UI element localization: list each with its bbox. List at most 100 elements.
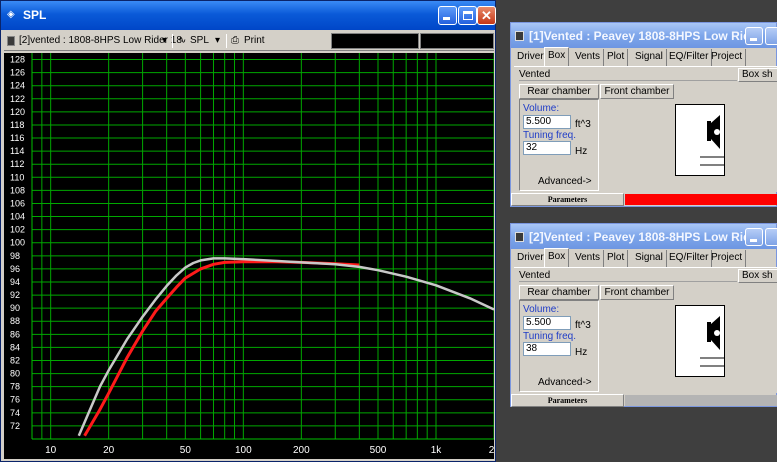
tab-plot[interactable]: Plot	[604, 250, 629, 267]
y-tick-label: 120	[10, 107, 25, 117]
rear-chamber-button[interactable]: Rear chamber	[519, 285, 599, 300]
y-tick-label: 96	[10, 264, 20, 274]
tuning-label: Tuning freq.	[523, 331, 576, 342]
maximize-icon	[463, 11, 473, 20]
x-tick-label: 100	[235, 445, 252, 456]
maximize-button[interactable]	[765, 228, 777, 246]
y-tick-label: 110	[10, 172, 24, 182]
box-type-field[interactable]: Vented	[519, 270, 737, 282]
spl-plot[interactable]: 72 74 76 78 80 82 84 86 88 90 92 94 96 98 100 102 104 106…	[4, 53, 494, 459]
box-window-title-bar[interactable]: [1]Vented : Peavey 1808-8HPS Low Rider 1…	[511, 23, 777, 48]
tab-signal[interactable]: Signal	[632, 49, 667, 66]
tab-driver[interactable]: Driver	[514, 49, 548, 66]
volume-input[interactable]: 5.500	[523, 316, 571, 330]
x-tick-label: 2k	[489, 445, 494, 456]
y-tick-label: 118	[10, 120, 24, 130]
readout-box-2	[420, 33, 494, 49]
tab-box[interactable]: Box	[544, 248, 570, 267]
x-tick-label: 1k	[431, 445, 443, 456]
minimize-button[interactable]	[745, 27, 763, 45]
spl-window[interactable]: ◈ SPL ✕ [2]vented : 1808-8HPS Low Rider …	[0, 0, 496, 462]
box-panel: Vented Box sh Rear chamber Front chamber…	[514, 267, 777, 393]
box-window-title: [1]Vented : Peavey 1808-8HPS Low Rider 1…	[529, 29, 777, 43]
box-speaker-diagram	[700, 115, 725, 166]
minimize-icon	[443, 17, 450, 20]
box-speaker-diagram	[700, 316, 725, 367]
status-bar: Parameters	[511, 193, 777, 206]
maximize-button[interactable]	[458, 6, 477, 25]
y-tick-label: 88	[10, 316, 20, 326]
speaker-icon: ◈	[7, 9, 15, 20]
front-chamber-button[interactable]: Front chamber	[600, 285, 674, 300]
volume-unit: ft^3	[575, 320, 591, 331]
box-type-field[interactable]: Vented	[519, 69, 737, 81]
maximize-button[interactable]	[765, 27, 777, 45]
tab-vents[interactable]: Vents	[572, 49, 605, 66]
volume-input[interactable]: 5.500	[523, 115, 571, 129]
y-tick-label: 98	[10, 251, 20, 261]
box-window-1[interactable]: [1]Vented : Peavey 1808-8HPS Low Rider 1…	[510, 22, 777, 207]
minimize-icon	[750, 38, 757, 41]
close-button[interactable]: ✕	[477, 6, 496, 25]
spl-menu[interactable]: SPL	[190, 34, 209, 48]
y-tick-label: 84	[10, 342, 20, 352]
y-tick-label: 104	[10, 212, 25, 222]
minimize-button[interactable]	[745, 228, 763, 246]
x-tick-label: 200	[293, 445, 310, 456]
minimize-icon	[750, 239, 757, 242]
y-tick-label: 72	[10, 421, 20, 431]
project-icon	[7, 36, 15, 46]
y-tick-label: 126	[10, 68, 25, 78]
y-tick-label: 94	[10, 277, 20, 287]
tab-vents[interactable]: Vents	[572, 250, 605, 267]
tab-project[interactable]: Project	[708, 250, 747, 267]
readout-box-1	[331, 33, 419, 49]
project-selector[interactable]: [2]vented : 1808-8HPS Low Rider 18	[19, 34, 182, 48]
tab-plot[interactable]: Plot	[604, 49, 629, 66]
box-shape-button[interactable]: Box sh	[738, 269, 777, 283]
y-tick-label: 80	[10, 369, 20, 379]
box-window-2[interactable]: [2]Vented : Peavey 1808-8HPS Low Rider 1…	[510, 223, 777, 407]
minimize-button[interactable]	[438, 6, 457, 25]
front-chamber-button[interactable]: Front chamber	[600, 84, 674, 99]
y-tick-label: 114	[10, 146, 24, 156]
speaker-icon	[515, 31, 524, 41]
printer-icon: ⎙	[231, 35, 239, 46]
tuning-unit: Hz	[575, 146, 588, 157]
y-tick-label: 102	[10, 225, 25, 235]
chevron-down-icon[interactable]: ▾	[162, 34, 167, 48]
print-button[interactable]: Print	[244, 34, 265, 48]
tab-project[interactable]: Project	[708, 49, 747, 66]
y-tick-label: 74	[10, 408, 20, 418]
spl-curve-icon: ∿	[178, 35, 187, 46]
tab-eq-filter[interactable]: EQ/Filter	[666, 49, 713, 66]
chevron-down-icon[interactable]: ▾	[215, 34, 220, 48]
spl-chart: 72 74 76 78 80 82 84 86 88 90 92 94 96 98 100 102 104 106…	[10, 53, 494, 456]
x-tick-label: 20	[103, 445, 115, 456]
advanced-button[interactable]: Advanced->	[538, 176, 592, 187]
status-indicator	[625, 194, 777, 205]
tab-box[interactable]: Box	[544, 47, 570, 66]
y-tick-label: 116	[10, 133, 24, 143]
box-window-title-bar[interactable]: [2]Vented : Peavey 1808-8HPS Low Rider 1…	[511, 224, 777, 249]
y-tick-label: 108	[10, 185, 25, 195]
spl-title-bar[interactable]: ◈ SPL ✕	[1, 1, 496, 30]
volume-label: Volume:	[523, 103, 560, 114]
tab-eq-filter[interactable]: EQ/Filter	[666, 250, 713, 267]
y-tick-label: 90	[10, 303, 20, 313]
x-tick-label: 500	[370, 445, 387, 456]
spl-window-title: SPL	[23, 8, 47, 22]
volume-label: Volume:	[523, 304, 560, 315]
advanced-button[interactable]: Advanced->	[538, 377, 592, 388]
tab-signal[interactable]: Signal	[632, 250, 667, 267]
volume-unit: ft^3	[575, 119, 591, 130]
tuning-input[interactable]: 32	[523, 141, 571, 155]
tab-driver[interactable]: Driver	[514, 250, 548, 267]
rear-chamber-button[interactable]: Rear chamber	[519, 84, 599, 99]
y-tick-label: 124	[10, 81, 25, 91]
y-tick-label: 82	[10, 355, 20, 365]
tuning-input[interactable]: 38	[523, 342, 571, 356]
box-shape-button[interactable]: Box sh	[738, 68, 777, 82]
box-panel: Vented Box sh Rear chamber Front chamber…	[514, 66, 777, 192]
chamber-fields: Volume: 5.500 ft^3 Tuning freq. 32 Hz Ad…	[519, 99, 599, 191]
